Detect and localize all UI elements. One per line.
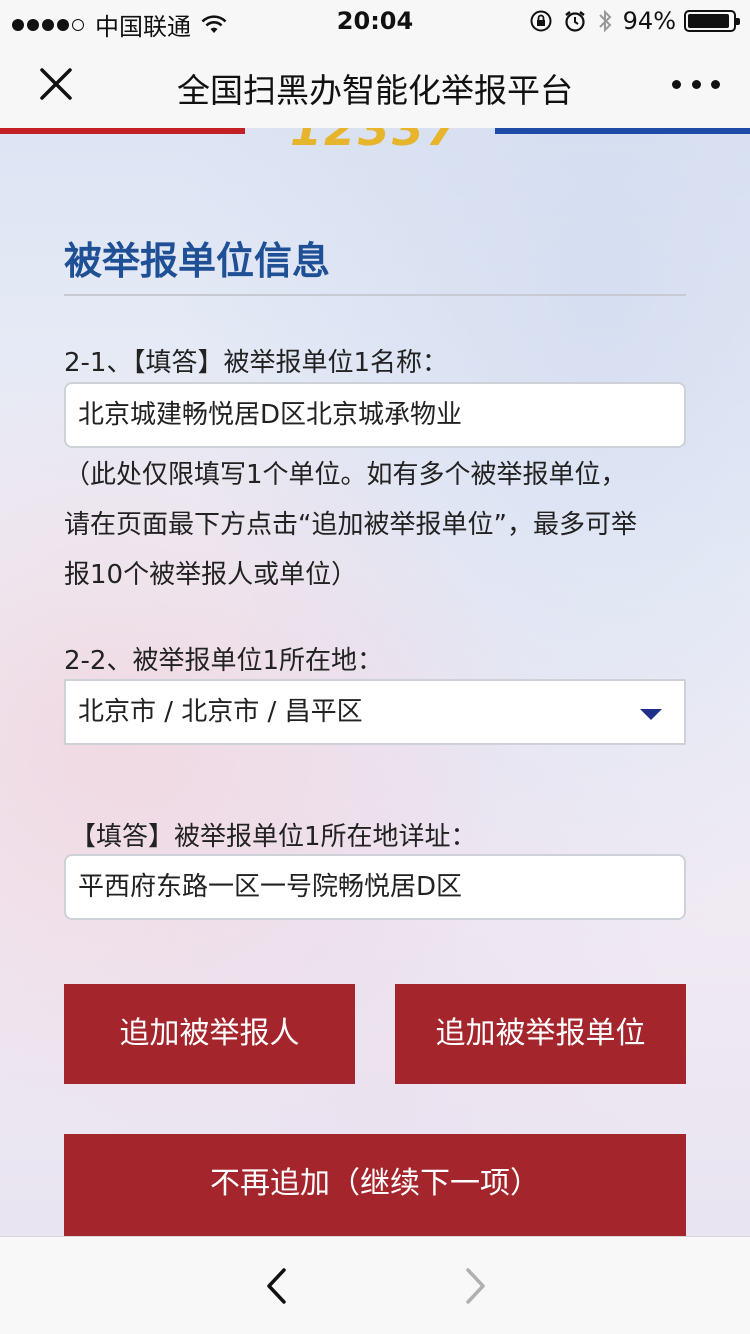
status-right: 94%: [519, 7, 740, 35]
unit-hint: （此处仅限填写1个单位。如有多个被举报单位， 请在页面最下方点击“追加被举报单位…: [64, 450, 704, 600]
banner-strip-blue: [495, 128, 750, 134]
banner-hotline-number: 12337: [270, 128, 480, 148]
stop-adding-button[interactable]: 不再追加（继续下一项）: [64, 1134, 686, 1236]
unit-name-input[interactable]: 北京城建畅悦居D区北京城承物业: [64, 382, 686, 448]
battery-percent: 94%: [622, 7, 676, 35]
banner-strip-red: [0, 128, 245, 134]
chevron-right-icon[interactable]: [460, 1267, 490, 1305]
section-divider: [64, 294, 686, 296]
address-label: 【填答】被举报单位1所在地详址：: [70, 822, 477, 852]
bluetooth-icon: [598, 9, 612, 33]
address-input[interactable]: 平西府东路一区一号院畅悦居D区: [64, 854, 686, 920]
add-person-button[interactable]: 追加被举报人: [64, 984, 355, 1084]
more-icon[interactable]: [672, 70, 720, 98]
dropdown-arrow-icon: [640, 709, 662, 720]
location-label: 2-2、被举报单位1所在地：: [64, 646, 384, 676]
unit-name-label: 2-1、【填答】被举报单位1名称：: [64, 348, 449, 378]
close-icon[interactable]: [34, 62, 78, 106]
location-select[interactable]: 北京市 / 北京市 / 昌平区: [64, 679, 686, 745]
battery-fill: [688, 14, 730, 28]
alarm-icon: [564, 11, 585, 32]
status-bar: 中国联通 20:04 94%: [0, 0, 750, 41]
form-content: 12337 被举报单位信息 2-1、【填答】被举报单位1名称： 北京城建畅悦居D…: [0, 128, 750, 1236]
section-title: 被举报单位信息: [64, 239, 331, 283]
battery-icon: [684, 10, 740, 32]
orientation-lock-icon: [530, 10, 552, 32]
location-select-value: 北京市 / 北京市 / 昌平区: [78, 697, 363, 727]
bottom-toolbar: [0, 1236, 750, 1334]
page-title: 全国扫黑办智能化举报平台: [177, 71, 573, 110]
hint-line-2: 请在页面最下方点击“追加被举报单位”，最多可举: [64, 510, 637, 540]
hint-line-1: （此处仅限填写1个单位。如有多个被举报单位，: [64, 460, 627, 490]
hint-line-3: 报10个被举报人或单位）: [64, 560, 358, 590]
add-unit-button[interactable]: 追加被举报单位: [395, 984, 686, 1084]
chevron-left-icon[interactable]: [262, 1267, 292, 1305]
nav-bar: 全国扫黑办智能化举报平台: [0, 40, 750, 128]
